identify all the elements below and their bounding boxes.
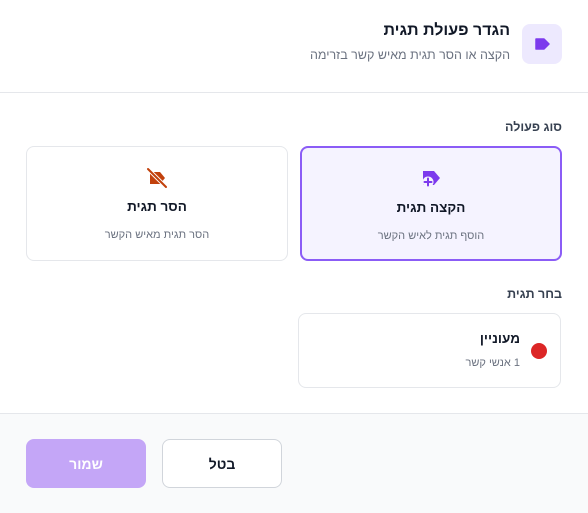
select-tag-label: בחר תגית bbox=[507, 287, 562, 301]
save-button[interactable]: שמור bbox=[26, 439, 146, 488]
dialog-header: הגדר פעולת תגית הקצה או הסר תגית מאיש קש… bbox=[0, 0, 588, 93]
assign-tag-option[interactable]: הקצה תגית הוסף תגית לאיש הקשר bbox=[300, 146, 562, 261]
cancel-button[interactable]: בטל bbox=[162, 439, 282, 488]
tag-contact-count: 1 אנשי קשר bbox=[465, 357, 521, 369]
assign-tag-title: הקצה תגית bbox=[396, 200, 466, 215]
tag-icon bbox=[522, 24, 562, 64]
tag-option-interested[interactable]: מעוניין 1 אנשי קשר bbox=[298, 313, 561, 388]
tag-name: מעוניין bbox=[479, 331, 520, 346]
remove-tag-description: הסר תגית מאיש הקשר bbox=[104, 229, 210, 241]
action-type-label: סוג פעולה bbox=[505, 120, 562, 134]
dialog-subtitle: הקצה או הסר תגית מאיש קשר בזרימה bbox=[310, 48, 510, 62]
tag-off-icon bbox=[146, 167, 168, 194]
dialog-footer: שמור בטל bbox=[0, 413, 588, 513]
tag-color-dot bbox=[531, 343, 547, 359]
remove-tag-option[interactable]: הסר תגית הסר תגית מאיש הקשר bbox=[26, 146, 288, 261]
tag-plus-icon bbox=[420, 168, 442, 193]
remove-tag-title: הסר תגית bbox=[127, 199, 187, 214]
assign-tag-description: הוסף תגית לאיש הקשר bbox=[377, 230, 485, 242]
dialog-title: הגדר פעולת תגית bbox=[383, 22, 511, 39]
